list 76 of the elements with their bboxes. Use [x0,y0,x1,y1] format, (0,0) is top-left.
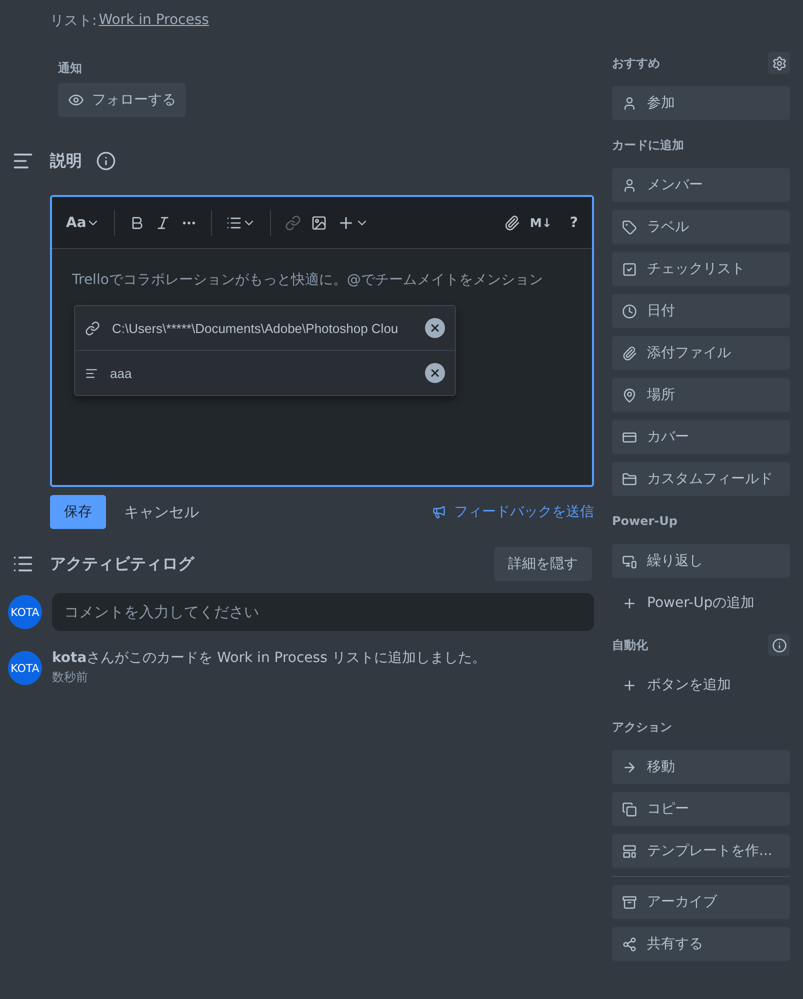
url-input[interactable]: C:\Users\*****\Documents\Adobe\Photoshop Clou [112,320,413,336]
paperclip-icon [622,346,637,360]
italic-icon[interactable] [155,214,172,230]
megaphone-icon [432,505,446,519]
settings-button[interactable] [768,52,790,74]
sidebar-button[interactable]: Power-Upの追加 [612,586,790,620]
copy-icon [622,802,637,816]
clear-icon[interactable] [425,318,445,338]
sidebar-button[interactable]: コピー [612,792,790,826]
bullet-list-icon [226,214,242,230]
share-icon [622,936,637,952]
sidebar-button[interactable]: 参加 [612,86,790,120]
sidebar-button[interactable]: チェックリスト [612,252,790,286]
sidebar-button[interactable]: アーカイブ [612,885,790,919]
section-title: 説明 [50,150,82,172]
user-avatar[interactable]: KOTA [8,595,42,629]
markdown-button[interactable]: M↓ [530,216,552,230]
sidebar-heading: カードに追加 [612,136,684,154]
cancel-button[interactable]: キャンセル [112,502,211,522]
checkbox-icon [622,262,637,276]
sidebar-button[interactable]: テンプレートを作... [612,834,790,868]
help-button[interactable]: ? [570,214,578,230]
map-pin-icon [622,388,637,402]
section-label: 通知 [58,60,83,77]
gear-icon [772,56,786,70]
person-icon [622,96,637,110]
plus-icon [622,596,637,610]
sidebar-button[interactable]: 移動 [612,750,790,784]
sidebar-button[interactable]: 添付ファイル [612,336,790,370]
sidebar-button[interactable]: 場所 [612,378,790,412]
list-label: リスト: [50,12,97,30]
sidebar-heading: アクション [612,718,672,736]
arrow-right-icon [622,760,637,774]
sidebar-button[interactable]: カスタムフィールド [612,462,790,496]
sidebar-button[interactable]: カバー [612,420,790,454]
hide-details-button[interactable]: 詳細を隠す [494,547,592,581]
section-title: アクティビティログ [50,554,194,574]
info-icon [772,638,786,652]
text-style-button[interactable]: Aa [66,214,100,230]
card-icon [622,430,637,444]
clear-icon[interactable] [425,363,445,383]
person-icon [622,178,637,192]
info-button[interactable] [768,634,790,656]
link-icon [85,320,100,336]
sidebar-button[interactable]: 共有する [612,927,790,961]
folder-icon [622,472,637,486]
eye-icon [68,92,84,108]
monitor-icon [622,554,637,568]
sidebar-button[interactable]: 日付 [612,294,790,328]
sidebar-button[interactable]: メンバー [612,168,790,202]
description-editor[interactable]: Aa M↓ ? Trelloでコラボレーションがもっと快適に。@でチームメイトをメンション C:\Users\*****\Documents\Adobe\Photoshop Clou aaa [50,195,594,487]
sidebar-heading: Power-Up [612,514,678,528]
clock-icon [622,304,637,318]
activity-text: kotaさんがこのカードを Work in Process リストに追加しました。 [52,649,486,667]
sidebar-button[interactable]: ボタンを追加 [612,668,790,702]
attachment-icon[interactable] [504,214,520,230]
sidebar-button[interactable]: ラベル [612,210,790,244]
list-link[interactable]: Work in Process [98,12,209,30]
sidebar-heading: 自動化 [612,636,648,654]
comment-field[interactable]: コメントを入力してください [52,593,594,631]
sidebar-button[interactable]: 繰り返し [612,544,790,578]
follow-button[interactable]: フォローする [58,83,186,117]
text-input[interactable]: aaa [110,366,413,380]
editor-placeholder: Trelloでコラボレーションがもっと快適に。@でチームメイトをメンション [71,271,544,290]
info-icon[interactable] [96,151,116,171]
activity-time: 数秒前 [52,669,89,686]
feedback-link[interactable]: フィードバックを送信 [432,503,594,521]
template-icon [622,844,637,858]
archive-icon [622,894,637,910]
sidebar-heading: おすすめ [612,54,660,72]
user-avatar[interactable]: KOTA [8,651,42,685]
tag-icon [622,220,637,234]
image-icon[interactable] [311,214,328,230]
text-icon [85,366,98,380]
plus-icon [622,678,637,692]
save-button[interactable]: 保存 [50,495,106,529]
